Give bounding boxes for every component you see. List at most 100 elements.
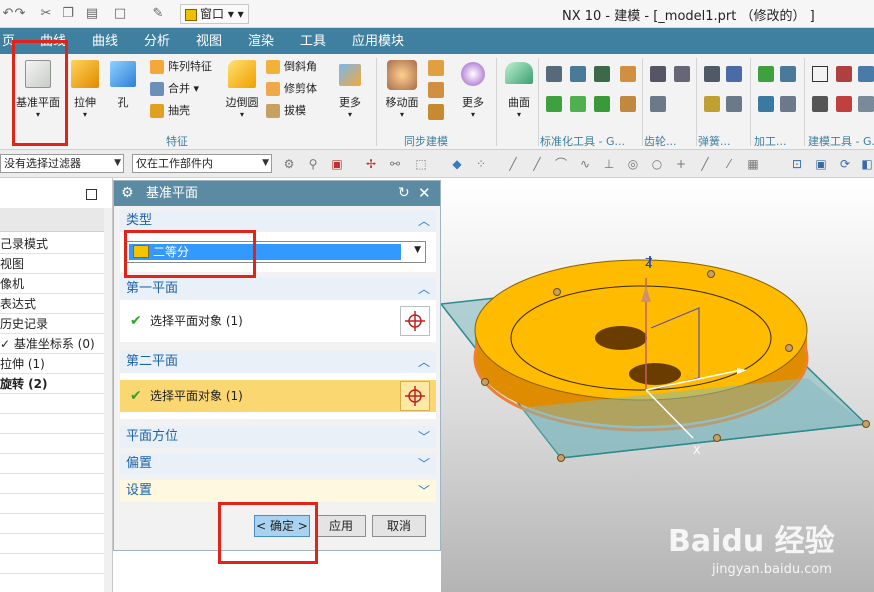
machining-tool-icon-3[interactable]	[758, 96, 774, 112]
navigator-item[interactable]: 旋转 (2)	[0, 374, 104, 394]
unite-button[interactable]: 合并 ▾	[150, 80, 199, 98]
move-face-button[interactable]: 移动面 ▾	[382, 58, 422, 119]
select-object-button[interactable]	[400, 381, 430, 411]
zoom-icon[interactable]: ▣	[814, 157, 828, 171]
navigator-item[interactable]: 表达式	[0, 294, 104, 314]
chamfer-button[interactable]: 倒斜角	[266, 58, 317, 76]
diagonal-icon[interactable]: ╱	[698, 157, 712, 171]
spring-tool-icon-4[interactable]	[726, 96, 742, 112]
modeling-tool-icon-4[interactable]	[812, 96, 828, 112]
std-tool-icon-4[interactable]	[620, 66, 636, 82]
pattern-feature-button[interactable]: 阵列特征	[150, 58, 212, 76]
machining-tool-icon-4[interactable]	[780, 96, 796, 112]
modeling-tool-icon-6[interactable]	[858, 96, 874, 112]
edit-icon[interactable]: ✎	[150, 6, 166, 22]
std-tool-icon-2[interactable]	[570, 66, 586, 82]
triangle-tool-icon[interactable]	[812, 66, 828, 82]
machining-tool-icon-2[interactable]	[780, 66, 796, 82]
gear-tool-icon-3[interactable]	[650, 96, 666, 112]
line-icon-2[interactable]: ╱	[530, 157, 544, 171]
more-feature-button[interactable]: 更多 ▾	[334, 60, 366, 119]
std-tool-icon-1[interactable]	[546, 66, 562, 82]
gear-icon[interactable]: ⚙	[121, 181, 134, 206]
copy-icon[interactable]: ❐	[60, 6, 76, 22]
paste-icon[interactable]: ▤	[84, 6, 100, 22]
hole-button[interactable]: 孔	[108, 58, 138, 110]
select-object-button[interactable]	[400, 306, 430, 336]
draft-button[interactable]: 拔模	[266, 102, 306, 120]
section-offset-header[interactable]: 偏置 ﹀	[120, 453, 436, 475]
close-icon[interactable]: ✕	[418, 181, 431, 206]
line-icon[interactable]: ╱	[506, 157, 520, 171]
gear-tool-icon-2[interactable]	[674, 66, 690, 82]
slash-icon[interactable]: ⁄	[722, 157, 736, 171]
section-settings-header[interactable]: 设置 ﹀	[120, 480, 436, 502]
section-type-header[interactable]: 类型 ︿	[120, 210, 436, 232]
std-tool-icon-5[interactable]	[546, 96, 562, 112]
navigator-item[interactable]: 历史记录	[0, 314, 104, 334]
navigator-scrollbar[interactable]	[104, 208, 112, 592]
trim-body-button[interactable]: 修剪体	[266, 80, 317, 98]
tab-applications[interactable]: 应用模块	[352, 32, 404, 52]
tab-tools[interactable]: 工具	[300, 32, 326, 52]
edge-blend-button[interactable]: 边倒圆 ▾	[222, 58, 262, 119]
tangent-icon[interactable]: ⊥	[602, 157, 616, 171]
navigator-item[interactable]: 视图	[0, 254, 104, 274]
point-icon[interactable]: ✢	[364, 157, 378, 171]
apply-button[interactable]: 应用	[316, 515, 366, 537]
cross-icon[interactable]: +	[674, 157, 688, 171]
extrude-button[interactable]: 拉伸 ▾	[68, 58, 102, 119]
section-second-plane-header[interactable]: 第二平面 ︿	[120, 351, 436, 373]
chain-icon[interactable]: ⚯	[388, 157, 402, 171]
tab-analysis[interactable]: 分析	[144, 32, 170, 52]
select-icon[interactable]: ▣	[330, 157, 344, 171]
navigator-item[interactable]: 拉伸 (1)	[0, 354, 104, 374]
section-first-plane-header[interactable]: 第一平面 ︿	[120, 278, 436, 300]
scope-filter-select[interactable]: 仅在工作部件内 ▼	[132, 154, 272, 173]
sync-tool-icon-3[interactable]	[428, 104, 444, 120]
sync-tool-icon-1[interactable]	[428, 60, 444, 76]
cancel-button[interactable]: 取消	[372, 515, 426, 537]
section-orientation-header[interactable]: 平面方位 ﹀	[120, 426, 436, 448]
std-tool-icon-3[interactable]	[594, 66, 610, 82]
navigator-item[interactable]: 己录模式	[0, 234, 104, 254]
first-plane-select-row[interactable]: ✔ 选择平面对象 (1)	[120, 305, 436, 337]
maximize-icon[interactable]	[86, 189, 97, 200]
rotate-icon[interactable]: ⟳	[838, 157, 852, 171]
tab-curve-2[interactable]: 曲线	[92, 32, 118, 52]
gear-tool-icon-1[interactable]	[650, 66, 666, 82]
second-plane-select-row[interactable]: ✔ 选择平面对象 (1)	[120, 380, 436, 412]
shell-button[interactable]: 抽壳	[150, 102, 190, 120]
cut-icon[interactable]: ✂	[38, 6, 54, 22]
circle-icon[interactable]: ○	[650, 157, 664, 171]
machining-tool-icon-1[interactable]	[758, 66, 774, 82]
spring-tool-icon-1[interactable]	[704, 66, 720, 82]
arc-icon[interactable]: ⌒	[554, 157, 568, 171]
modeling-tool-icon-5[interactable]	[836, 96, 852, 112]
spring-tool-icon-3[interactable]	[704, 96, 720, 112]
tab-render[interactable]: 渲染	[248, 32, 274, 52]
pan-icon[interactable]: ◧	[860, 157, 874, 171]
grid-icon[interactable]: ⁘	[474, 157, 488, 171]
tab-view[interactable]: 视图	[196, 32, 222, 52]
redo-icon[interactable]: ↷	[12, 6, 28, 22]
std-tool-icon-8[interactable]	[620, 96, 636, 112]
window-menu[interactable]: 窗口 ▾ ▾	[180, 4, 249, 24]
fit-icon[interactable]: ⊡	[790, 157, 804, 171]
view-icon[interactable]: ▦	[746, 157, 760, 171]
std-tool-icon-7[interactable]	[594, 96, 610, 112]
reset-icon[interactable]: ↻	[398, 181, 410, 206]
modeling-tool-icon-3[interactable]	[858, 66, 874, 82]
spring-tool-icon-2[interactable]	[726, 66, 742, 82]
modeling-tool-icon-2[interactable]	[836, 66, 852, 82]
box-select-icon[interactable]: ⬚	[414, 157, 428, 171]
curve-icon[interactable]: ∿	[578, 157, 592, 171]
circle-center-icon[interactable]: ◎	[626, 157, 640, 171]
std-tool-icon-6[interactable]	[570, 96, 586, 112]
navigator-item[interactable]: 像机	[0, 274, 104, 294]
surface-button[interactable]: 曲面 ▾	[502, 60, 536, 119]
sync-tool-icon-2[interactable]	[428, 82, 444, 98]
navigator-item[interactable]: ✓ 基准坐标系 (0)	[0, 334, 104, 354]
solid-icon[interactable]: ◆	[450, 157, 464, 171]
new-window-icon[interactable]: □	[112, 6, 128, 22]
